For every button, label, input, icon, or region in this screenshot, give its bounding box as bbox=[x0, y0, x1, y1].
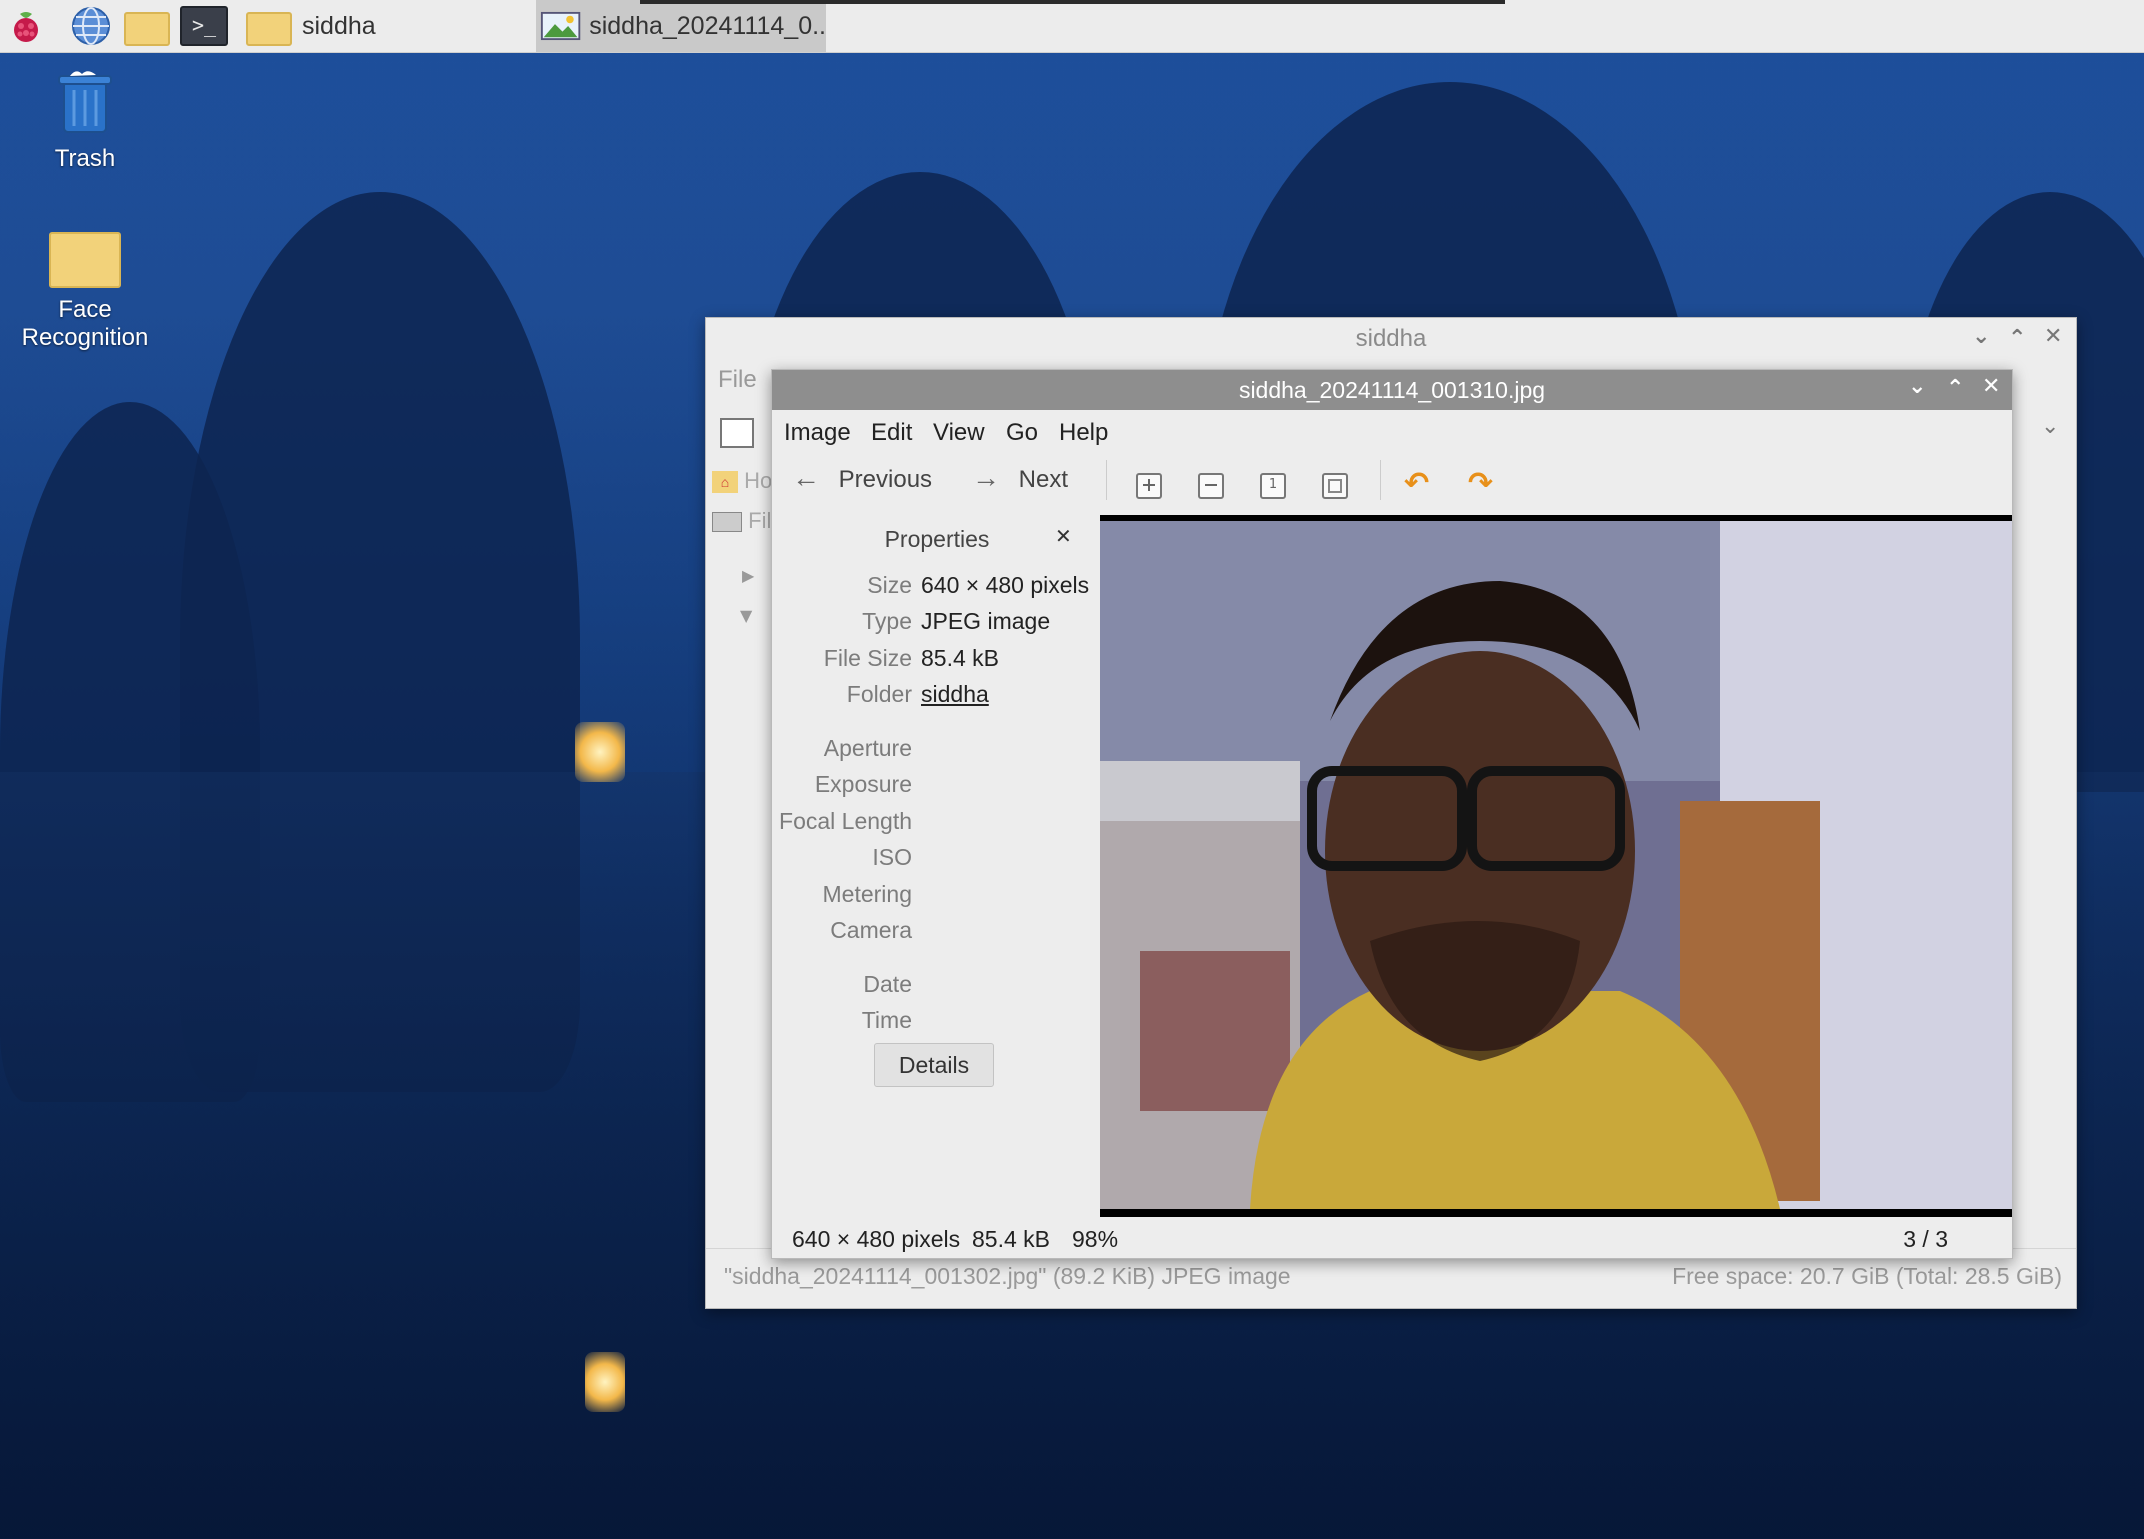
maximize-button[interactable]: ⌃ bbox=[2008, 326, 2026, 351]
folder-label: Folder bbox=[846, 681, 912, 707]
exposure-label: Exposure bbox=[814, 771, 912, 797]
zoom-out-icon[interactable] bbox=[1198, 473, 1224, 499]
zoom-in-icon[interactable] bbox=[1136, 473, 1162, 499]
viewer-statusbar: 640 × 480 pixels 85.4 kB 98% 3 / 3 bbox=[772, 1218, 2012, 1258]
type-value: JPEG image bbox=[921, 608, 1051, 634]
size-label: Size bbox=[867, 572, 912, 598]
aperture-label: Aperture bbox=[823, 735, 912, 761]
image-canvas[interactable] bbox=[1100, 515, 2012, 1217]
menu-edit[interactable]: Edit bbox=[871, 419, 912, 447]
taskbar-image-viewer-task[interactable]: siddha_20241114_0.. bbox=[536, 0, 826, 52]
toolbar-separator-2 bbox=[1380, 460, 1381, 500]
filesize-value: 85.4 kB bbox=[921, 645, 999, 671]
tree-expander-expanded-icon[interactable]: ▼ bbox=[740, 606, 752, 625]
details-button[interactable]: Details bbox=[874, 1043, 994, 1087]
file-manager-button[interactable] bbox=[124, 4, 172, 48]
filesize-label: File Size bbox=[823, 645, 912, 671]
taskbar-separator bbox=[640, 0, 1505, 4]
image-viewer-window: siddha_20241114_001310.jpg ⌄ ⌃ ✕ Image E… bbox=[771, 369, 2013, 1259]
previous-label: Previous bbox=[838, 466, 933, 493]
status-dimensions: 640 × 480 pixels bbox=[792, 1226, 961, 1252]
folder-icon bbox=[49, 228, 121, 288]
metering-label: Metering bbox=[822, 881, 912, 907]
time-label: Time bbox=[861, 1007, 912, 1033]
menu-view[interactable]: View bbox=[933, 419, 985, 447]
menu-go[interactable]: Go bbox=[1006, 419, 1038, 447]
terminal-button[interactable]: >_ bbox=[180, 4, 228, 48]
minimize-button[interactable]: ⌄ bbox=[1972, 324, 1990, 349]
panel-toggle-icon[interactable] bbox=[720, 418, 754, 448]
next-label: Next bbox=[1018, 466, 1069, 493]
status-zoom: 98% bbox=[1072, 1226, 1119, 1252]
next-button[interactable]: → Next bbox=[972, 462, 1068, 494]
file-manager-title: siddha bbox=[1355, 325, 1427, 352]
image-viewer-icon bbox=[540, 11, 581, 41]
raspberry-menu-icon bbox=[14, 12, 38, 42]
taskbar-folder-label: siddha bbox=[302, 11, 376, 40]
folder-label-line2: Recognition bbox=[21, 324, 149, 351]
sidebar-filesystem[interactable]: Fil bbox=[712, 508, 771, 534]
camera-label: Camera bbox=[830, 917, 912, 943]
web-browser-button[interactable] bbox=[70, 4, 114, 48]
focal-length-label: Focal Length bbox=[779, 808, 912, 834]
taskbar-folder-siddha[interactable]: siddha bbox=[246, 4, 516, 48]
trash-label: Trash bbox=[54, 145, 116, 172]
rotate-left-icon[interactable]: ↶ bbox=[1404, 466, 1429, 501]
tree-expander-collapsed-icon[interactable]: ▶ bbox=[742, 566, 754, 585]
folder-label-line1: Face bbox=[58, 296, 112, 323]
file-manager-titlebar: siddha bbox=[706, 318, 2076, 360]
sidebar-filesystem-label: Fil bbox=[748, 508, 772, 533]
home-icon: ⌂ bbox=[712, 471, 738, 494]
image-viewer-title: siddha_20241114_001310.jpg bbox=[1238, 377, 1546, 403]
status-free-space: Free space: 20.7 GiB (Total: 28.5 GiB) bbox=[1672, 1263, 2062, 1289]
displayed-photo bbox=[1100, 521, 2012, 1209]
zoom-normal-icon[interactable]: 1 bbox=[1260, 473, 1286, 499]
iso-label: ISO bbox=[872, 844, 912, 870]
properties-close-icon[interactable]: ✕ bbox=[1055, 524, 1072, 548]
drive-icon bbox=[712, 512, 742, 533]
lantern-light bbox=[575, 722, 625, 782]
file-manager-icon bbox=[124, 8, 170, 46]
properties-panel: Properties ✕ Size Type File Size Folder … bbox=[772, 508, 1102, 1208]
close-button[interactable]: ✕ bbox=[2044, 324, 2062, 349]
sidebar-home-label: Ho bbox=[744, 468, 773, 493]
lantern-reflection bbox=[585, 1352, 625, 1412]
previous-button[interactable]: ← Previous bbox=[792, 462, 932, 494]
menu-help[interactable]: Help bbox=[1059, 419, 1108, 447]
image-viewer-titlebar: siddha_20241114_001310.jpg bbox=[772, 370, 2012, 410]
desktop-folder-face-recognition[interactable]: Face Recognition bbox=[10, 228, 160, 352]
arrow-left-icon: ← bbox=[792, 462, 820, 493]
type-label: Type bbox=[862, 608, 912, 634]
folder-link[interactable]: siddha bbox=[921, 681, 989, 708]
size-value: 640 × 480 pixels bbox=[921, 572, 1090, 598]
trash-icon bbox=[58, 71, 112, 133]
viewer-close-button[interactable]: ✕ bbox=[1982, 374, 2000, 399]
sidebar-home[interactable]: ⌂ Ho bbox=[712, 468, 772, 494]
toolbar-separator bbox=[1106, 460, 1107, 500]
status-file-size: 85.4 kB bbox=[972, 1226, 1050, 1252]
rotate-right-icon[interactable]: ↷ bbox=[1468, 466, 1493, 501]
zoom-fit-icon[interactable] bbox=[1322, 473, 1348, 499]
viewer-minimize-button[interactable]: ⌄ bbox=[1908, 374, 1926, 399]
properties-heading: Properties bbox=[884, 526, 990, 552]
menu-image[interactable]: Image bbox=[784, 419, 851, 447]
status-image-position: 3 / 3 bbox=[1903, 1226, 1948, 1252]
location-dropdown-chevron[interactable]: ⌄ bbox=[2041, 414, 2059, 439]
arrow-right-icon: → bbox=[972, 462, 1000, 493]
terminal-icon: >_ bbox=[180, 6, 228, 46]
folder-icon bbox=[246, 8, 292, 46]
raspberry-menu-button[interactable] bbox=[6, 4, 50, 48]
desktop-trash[interactable]: Trash bbox=[20, 66, 150, 173]
status-selected-file: "siddha_20241114_001302.jpg" (89.2 KiB) … bbox=[724, 1263, 1291, 1289]
web-browser-icon bbox=[72, 7, 110, 45]
menu-file[interactable]: File bbox=[718, 366, 757, 394]
date-label: Date bbox=[863, 971, 912, 997]
taskbar-task-label: siddha_20241114_0.. bbox=[589, 11, 826, 40]
taskbar: >_ siddha siddha_20241114_0.. bbox=[0, 0, 2144, 53]
viewer-maximize-button[interactable]: ⌃ bbox=[1946, 376, 1964, 401]
